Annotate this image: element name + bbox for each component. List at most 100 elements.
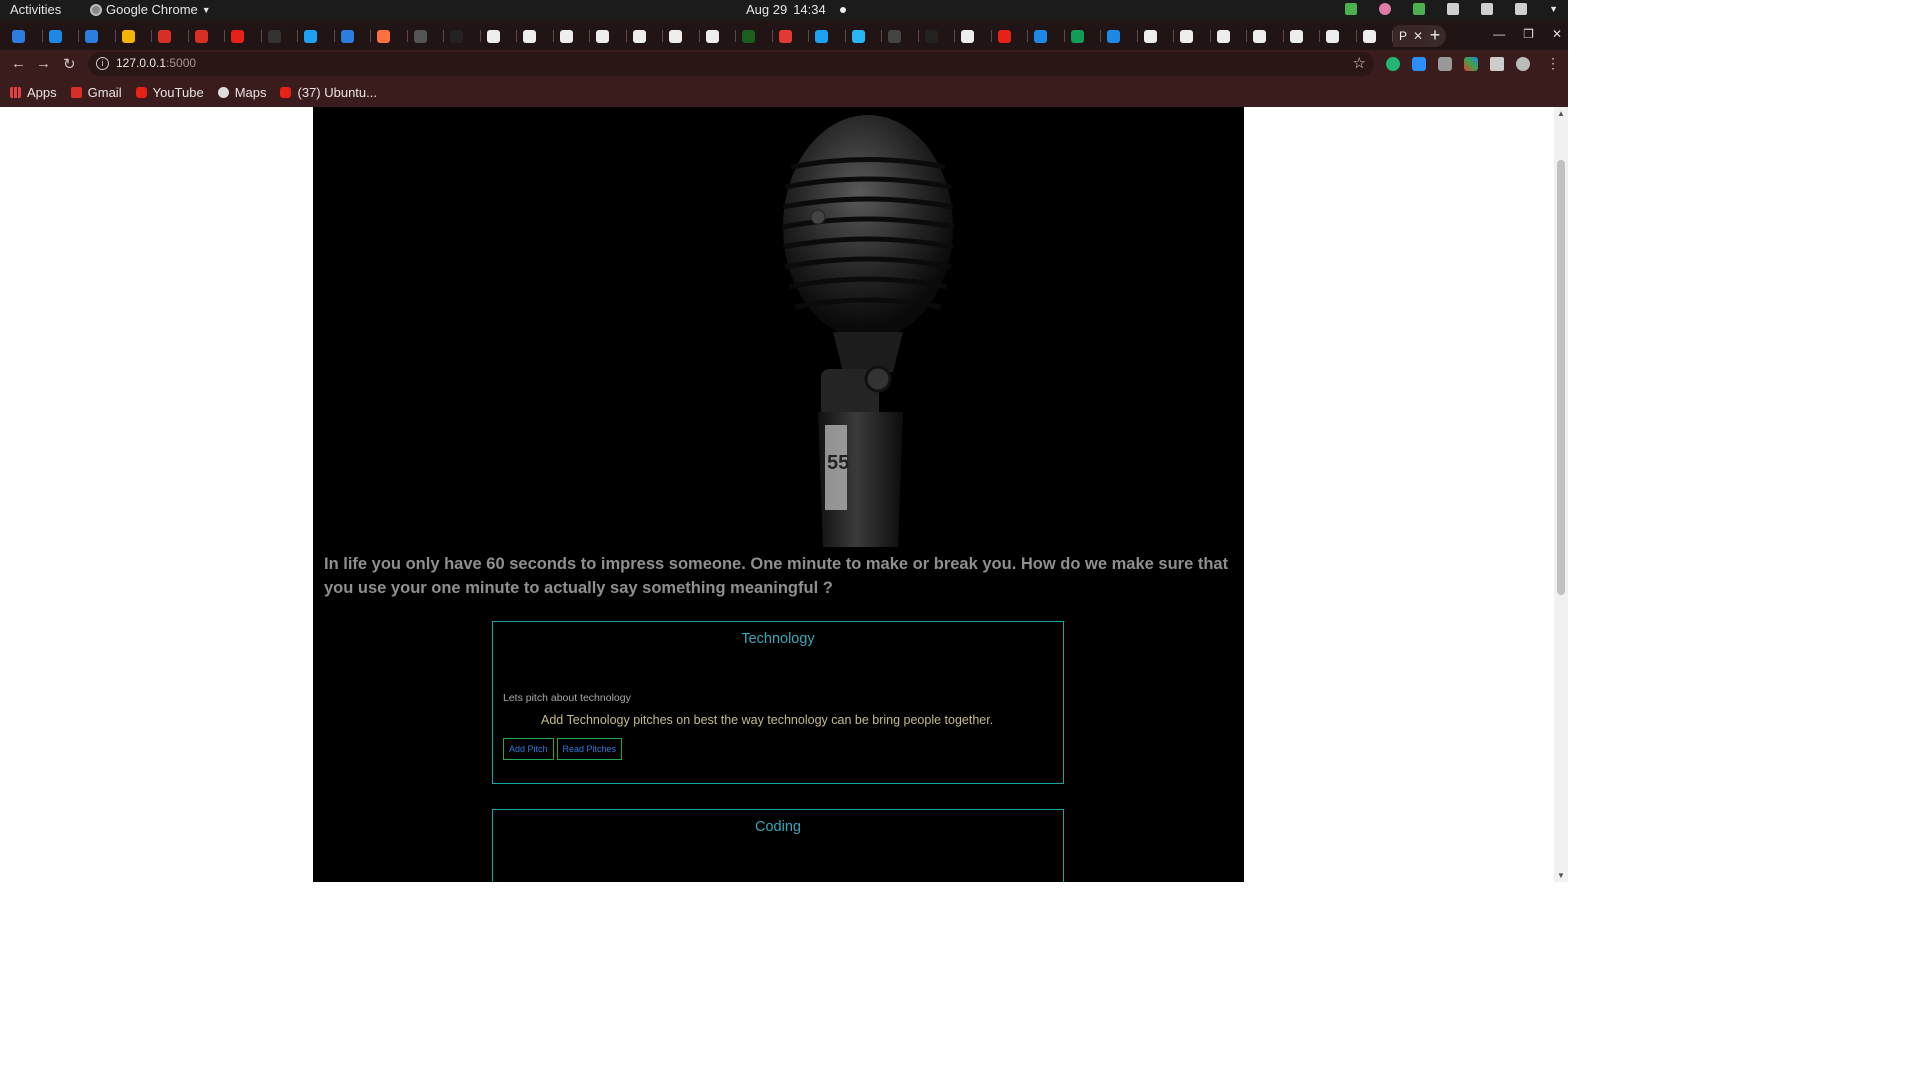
url-text[interactable]: 127.0.0.1:5000 (116, 56, 196, 70)
browser-tab[interactable] (700, 25, 737, 47)
clock-date: Aug 29 (746, 2, 788, 17)
tab-favicon-icon (85, 29, 98, 43)
browser-tab[interactable] (481, 25, 518, 47)
browser-tab[interactable] (846, 25, 883, 47)
activities-button[interactable]: Activities (10, 2, 61, 17)
browser-tab[interactable] (517, 25, 554, 47)
system-tray[interactable]: ▼ (1345, 3, 1558, 15)
browser-tab[interactable] (992, 25, 1029, 47)
browser-tab[interactable] (590, 25, 627, 47)
microphone-hero-image: 55 (781, 115, 955, 547)
volume-icon[interactable] (1481, 3, 1494, 15)
scroll-down-icon[interactable]: ▼ (1557, 871, 1565, 880)
clock[interactable]: Aug 29 14:34 (746, 2, 846, 17)
browser-tab[interactable] (1174, 25, 1211, 47)
browser-tab[interactable] (1284, 25, 1321, 47)
vpn-shield-icon[interactable] (1413, 3, 1426, 15)
bookmark-ubuntu[interactable]: (37) Ubuntu... (280, 85, 377, 100)
browser-tab[interactable] (955, 25, 992, 47)
tab-favicon-icon (48, 29, 62, 43)
browser-tab[interactable] (335, 25, 372, 47)
grammarly-extension-icon[interactable] (1386, 57, 1400, 71)
tab-favicon-icon (559, 29, 573, 43)
browser-tab[interactable] (1320, 25, 1357, 47)
scrollbar-thumb[interactable] (1557, 160, 1565, 595)
browser-tab[interactable] (627, 25, 664, 47)
page-scrollbar[interactable]: ▲ ▼ (1554, 107, 1568, 882)
extension-icon[interactable] (1438, 57, 1452, 71)
add-pitch-button[interactable]: Add Pitch (503, 738, 554, 760)
browser-tab[interactable] (1211, 25, 1248, 47)
browser-tab[interactable] (262, 25, 299, 47)
active-tab-title: P (1399, 29, 1408, 43)
tab-favicon-icon (1180, 29, 1193, 43)
bookmarks-bar: Apps Gmail YouTube Maps (37) Ubuntu... (0, 78, 1568, 107)
category-title: Technology (741, 631, 815, 647)
profile-avatar[interactable] (1516, 57, 1530, 71)
bookmark-star-icon[interactable]: ☆ (1353, 54, 1366, 72)
browser-tab[interactable] (1101, 25, 1138, 47)
notification-dot-icon (839, 6, 846, 13)
tab-favicon-icon (158, 29, 171, 43)
tab-favicon-icon (413, 29, 427, 43)
app-menu[interactable]: Google Chrome ▼ (90, 2, 211, 17)
maximize-icon[interactable]: ❐ (1523, 27, 1534, 41)
system-top-bar: Activities Google Chrome ▼ Aug 29 14:34 … (0, 0, 1568, 21)
bookmark-gmail[interactable]: Gmail (70, 85, 122, 100)
browser-tab[interactable] (1357, 25, 1394, 47)
close-icon[interactable]: ✕ (1552, 27, 1562, 41)
read-pitches-button[interactable]: Read Pitches (556, 738, 623, 760)
browser-tab[interactable] (116, 25, 153, 47)
colorful-extension-icon[interactable] (1464, 57, 1478, 71)
zoom-extension-icon[interactable] (1412, 57, 1426, 71)
shield-icon[interactable] (1345, 3, 1358, 15)
category-actions: Add Pitch Read Pitches (503, 738, 623, 760)
browser-tab[interactable] (554, 25, 591, 47)
scroll-up-icon[interactable]: ▲ (1557, 109, 1565, 118)
bookmark-youtube[interactable]: YouTube (135, 85, 204, 100)
address-bar[interactable]: i 127.0.0.1:5000 ☆ (88, 52, 1374, 76)
tab-favicon-icon (523, 29, 536, 43)
browser-tab[interactable] (371, 25, 408, 47)
browser-tab[interactable] (773, 25, 810, 47)
browser-tab[interactable] (225, 25, 262, 47)
browser-tab[interactable] (298, 25, 335, 47)
browser-tab[interactable] (882, 25, 919, 47)
puzzle-icon[interactable] (1490, 57, 1504, 71)
tab-favicon-icon (1289, 29, 1303, 43)
forward-icon[interactable]: → (36, 55, 51, 72)
browser-tab[interactable] (152, 25, 189, 47)
minimize-icon[interactable]: — (1493, 27, 1505, 41)
browser-tab[interactable] (663, 25, 700, 47)
category-subtitle: Lets pitch about technology (503, 692, 631, 704)
browser-tab[interactable] (43, 25, 80, 47)
close-tab-icon[interactable]: ✕ (1413, 29, 1423, 43)
back-icon[interactable]: ← (11, 55, 26, 72)
wifi-icon[interactable] (1447, 3, 1460, 15)
chevron-down-icon: ▼ (201, 4, 211, 15)
browser-tab[interactable] (809, 25, 846, 47)
browser-tab[interactable] (444, 25, 481, 47)
browser-tab[interactable] (6, 25, 43, 47)
browser-tab[interactable] (919, 25, 956, 47)
battery-icon[interactable] (1515, 3, 1528, 15)
bookmark-apps[interactable]: Apps (10, 85, 57, 100)
browser-tab[interactable] (408, 25, 445, 47)
browser-tab[interactable] (736, 25, 773, 47)
tab-favicon-icon (1253, 29, 1266, 43)
browser-tab[interactable] (79, 25, 116, 47)
browser-tab[interactable] (189, 25, 226, 47)
reload-icon[interactable]: ↻ (63, 55, 76, 73)
new-tab-button[interactable]: + (1424, 25, 1446, 47)
browser-tab[interactable] (1065, 25, 1102, 47)
more-menu-icon[interactable]: ⋮ (1546, 55, 1560, 72)
tab-favicon-icon (815, 29, 828, 43)
browser-tab[interactable] (1247, 25, 1284, 47)
slack-icon[interactable] (1379, 3, 1392, 15)
system-menu-chevron-icon[interactable]: ▼ (1549, 4, 1558, 14)
browser-tab[interactable] (1138, 25, 1175, 47)
tab-favicon-icon (669, 29, 682, 43)
bookmark-maps[interactable]: Maps (217, 85, 266, 100)
site-info-icon[interactable]: i (96, 57, 109, 70)
browser-tab[interactable] (1028, 25, 1065, 47)
